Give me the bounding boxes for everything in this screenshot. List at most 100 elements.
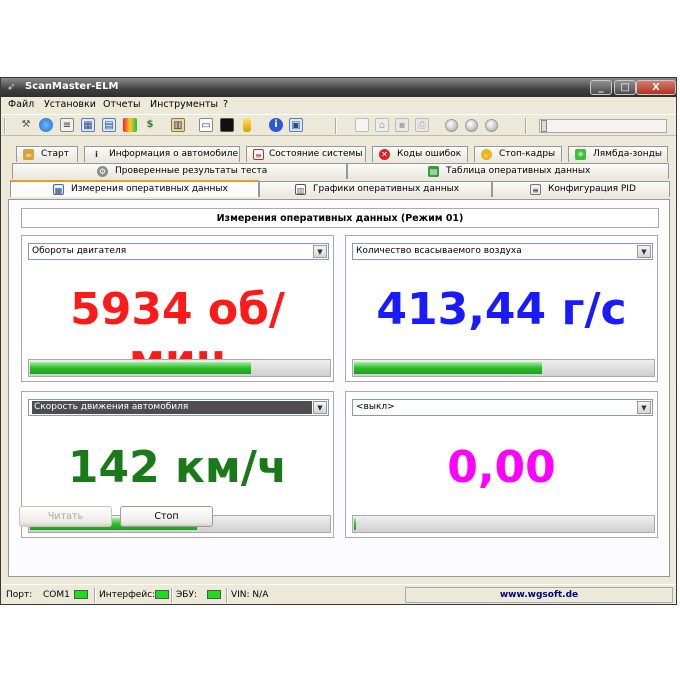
- info-icon[interactable]: i: [269, 118, 283, 132]
- close-button[interactable]: X: [636, 80, 676, 95]
- menu-help[interactable]: ?: [223, 99, 228, 110]
- menu-bar: Файл Установки Отчеты Инструменты ?: [1, 97, 676, 113]
- config-icon: ≡: [530, 184, 541, 195]
- tab-vehicle-info[interactable]: i Информация о автомобиле: [84, 146, 240, 162]
- ecu-status: ЭБУ:: [176, 588, 221, 603]
- maximize-button[interactable]: □: [614, 80, 636, 95]
- checklist-icon: ≡: [253, 149, 264, 160]
- tooltip-icon[interactable]: ▭: [199, 118, 213, 132]
- ecu-status-led: [206, 590, 221, 599]
- freeze-frame-icon: ✋: [481, 149, 492, 160]
- interface-status: Интерфейс:: [99, 588, 170, 603]
- chevron-down-icon[interactable]: ▼: [313, 401, 327, 414]
- grid-icon: ▦: [53, 184, 64, 195]
- tab-start[interactable]: ☕ Старт: [16, 146, 78, 162]
- vin-status: VIN: N/A: [231, 590, 269, 600]
- tab-system-status[interactable]: ≡ Состояние системы: [246, 146, 366, 162]
- tab-live-data-table[interactable]: ▤ Таблица оперативных данных: [347, 163, 669, 179]
- progress-bar-rpm: [28, 359, 331, 377]
- new-file-icon[interactable]: [355, 118, 369, 132]
- title-bar[interactable]: ➶ ScanMaster-ELM _ □ X: [1, 78, 676, 97]
- table-icon: ▤: [428, 166, 439, 177]
- toolbar-separator: [335, 118, 337, 134]
- wrench-icon[interactable]: ⚒: [19, 118, 33, 132]
- globe-icon[interactable]: [39, 118, 53, 132]
- toolbar-separator: [525, 118, 527, 134]
- progress-fill: [354, 362, 543, 374]
- window-title: ScanMaster-ELM: [25, 81, 119, 92]
- document-icon[interactable]: ≡: [60, 118, 74, 132]
- tab-pid-config[interactable]: ≡ Конфигурация PID: [492, 181, 670, 197]
- gauge-panel-off: <выкл> ▼ 0,00: [345, 391, 658, 538]
- progress-bar-airflow: [352, 359, 655, 377]
- table-icon[interactable]: ▤: [102, 118, 116, 132]
- port-status-led: [73, 590, 88, 599]
- value-airflow: 413,44 г/с: [376, 284, 627, 335]
- gauge-panel-airflow: Количество всасываемого воздуха ▼ 413,44…: [345, 235, 658, 382]
- menu-tools[interactable]: Инструменты: [150, 99, 218, 110]
- status-bar: Порт: COM1 Интерфейс: ЭБУ: VIN: N/A www.…: [1, 584, 676, 604]
- select-value: Количество всасываемого воздуха: [356, 246, 522, 256]
- tab-test-results[interactable]: ⚙ Проверенные результаты теста: [12, 163, 347, 179]
- info-icon: i: [95, 150, 98, 159]
- minimize-button[interactable]: _: [590, 80, 612, 95]
- grid-icon[interactable]: ▦: [81, 118, 95, 132]
- speed-slider[interactable]: [539, 119, 667, 133]
- status-separator: [226, 588, 228, 603]
- stop-button[interactable]: Стоп: [120, 506, 213, 527]
- stop-icon[interactable]: [485, 119, 498, 132]
- app-logo-icon: ➶: [7, 82, 16, 93]
- battery-icon[interactable]: [243, 118, 251, 132]
- toolbar-grip: [4, 118, 6, 134]
- start-icon: ☕: [23, 149, 34, 160]
- progress-fill: [30, 362, 252, 374]
- slider-thumb[interactable]: [541, 120, 547, 132]
- clipboard-icon[interactable]: ▥: [171, 118, 185, 132]
- port-label: Порт:: [6, 590, 33, 600]
- read-button[interactable]: Читать: [19, 506, 112, 527]
- print-icon[interactable]: ⎙: [415, 118, 429, 132]
- select-value: Обороты двигателя: [32, 246, 127, 256]
- chart-icon: ▥: [295, 184, 306, 195]
- tab-live-data-measurements[interactable]: ▦ Измерения оперативных данных: [10, 180, 259, 197]
- monitor-icon[interactable]: ▣: [289, 118, 303, 132]
- interface-status-led: [155, 590, 170, 599]
- terminal-icon[interactable]: [220, 118, 234, 132]
- website-link[interactable]: www.wgsoft.de: [405, 587, 673, 603]
- pid-select-rpm[interactable]: Обороты двигателя ▼: [28, 243, 329, 260]
- select-value: <выкл>: [356, 402, 395, 412]
- menu-file[interactable]: Файл: [8, 99, 34, 110]
- chart-icon[interactable]: [123, 118, 137, 132]
- tab-freeze-frames[interactable]: ✋ Стоп-кадры: [474, 146, 562, 162]
- pid-select-airflow[interactable]: Количество всасываемого воздуха ▼: [352, 243, 653, 260]
- progress-bar-off: [352, 515, 655, 533]
- tab-error-codes[interactable]: ✕ Коды ошибок: [372, 146, 468, 162]
- pid-select-speed[interactable]: Скорость движения автомобиля ▼: [28, 399, 329, 416]
- sensor-icon: ✳: [575, 149, 586, 160]
- money-icon[interactable]: $: [143, 118, 157, 132]
- play-icon[interactable]: [445, 119, 458, 132]
- open-folder-icon[interactable]: ⌂: [375, 118, 389, 132]
- status-separator: [94, 588, 96, 603]
- page-title: Измерения оперативных данных (Режим 01): [21, 208, 659, 228]
- chevron-down-icon[interactable]: ▼: [637, 245, 651, 258]
- tab-live-data-graphs[interactable]: ▥ Графики оперативных данных: [259, 181, 492, 197]
- select-value: Скорость движения автомобиля: [32, 401, 312, 414]
- value-off: 0,00: [447, 442, 556, 493]
- pid-select-off[interactable]: <выкл> ▼: [352, 399, 653, 416]
- save-icon[interactable]: ▪: [395, 118, 409, 132]
- progress-fill: [354, 518, 356, 530]
- pause-icon[interactable]: [465, 119, 478, 132]
- gauge-panel-rpm: Обороты двигателя ▼ 5934 об/мин: [21, 235, 334, 386]
- tab-lambda-sensors[interactable]: ✳ Лямбда-зонды: [568, 146, 668, 162]
- port-value: COM1: [43, 588, 88, 603]
- gear-icon: ⚙: [97, 166, 108, 177]
- error-icon: ✕: [379, 149, 390, 160]
- value-speed: 142 км/ч: [67, 442, 288, 493]
- chevron-down-icon[interactable]: ▼: [313, 245, 327, 258]
- toolbar: ⚒ ≡ ▦ ▤ $ ▥ ▭ i ▣ ⌂ ▪ ⎙: [1, 114, 676, 136]
- menu-settings[interactable]: Установки: [44, 99, 96, 110]
- status-separator: [171, 588, 173, 603]
- chevron-down-icon[interactable]: ▼: [637, 401, 651, 414]
- menu-reports[interactable]: Отчеты: [103, 99, 141, 110]
